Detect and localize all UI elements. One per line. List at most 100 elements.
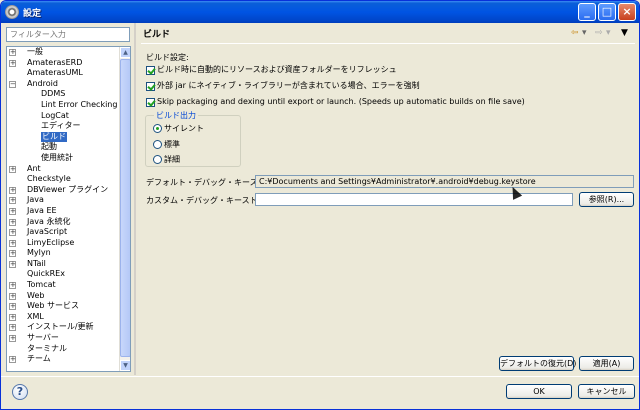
title-bar[interactable]: 設定 _ □ × <box>1 1 639 23</box>
tree-item[interactable]: + AmaterasERD <box>7 58 120 69</box>
tree-item[interactable]: + Java <box>7 195 120 206</box>
expand-icon[interactable]: + <box>9 59 16 67</box>
expand-icon[interactable]: + <box>9 229 16 237</box>
help-icon[interactable]: ? <box>12 384 28 400</box>
tree-item[interactable]: + Tomcat <box>7 280 120 291</box>
scroll-down-icon[interactable]: ▼ <box>120 360 130 371</box>
tree-item[interactable]: − Android <box>7 79 120 90</box>
view-menu-icon[interactable]: ▼ <box>621 28 628 38</box>
expand-icon[interactable]: + <box>9 239 16 247</box>
tree-item[interactable]: DDMS <box>7 89 120 100</box>
scroll-up-icon[interactable]: ▲ <box>120 47 130 58</box>
tree-item[interactable]: + NTail <box>7 259 120 270</box>
tree-item-label: Java 永続化 <box>27 216 71 226</box>
tree-item[interactable]: + JavaScript <box>7 227 120 238</box>
tree-scrollbar[interactable]: ▲ ▼ <box>119 47 130 371</box>
tree-item[interactable]: ビルド <box>7 131 120 143</box>
tree-item-label: Java <box>27 195 44 205</box>
custom-keystore-label: カスタム・デバッグ・キーストア: <box>146 196 269 205</box>
tree-item[interactable]: + Web サービス <box>7 301 120 312</box>
expand-icon[interactable]: + <box>9 324 16 332</box>
radio-normal[interactable]: 標準 <box>153 139 180 151</box>
radio-verbose[interactable]: 詳細 <box>153 154 180 166</box>
tree-item[interactable]: + XML <box>7 312 120 323</box>
tree-item[interactable]: + Java 永続化 <box>7 217 120 228</box>
pane-splitter[interactable] <box>134 23 136 375</box>
tree-item[interactable]: LogCat <box>7 111 120 122</box>
tree-item[interactable]: + LimyEclipse <box>7 238 120 249</box>
apply-button[interactable]: 適用(A) <box>579 356 634 371</box>
expand-icon[interactable]: + <box>9 335 16 343</box>
collapse-icon[interactable]: − <box>9 80 16 88</box>
ok-button[interactable]: OK <box>506 384 572 399</box>
tree-item-label: インストール/更新 <box>27 322 94 332</box>
tree-item[interactable]: エディター <box>7 121 120 132</box>
close-button[interactable]: × <box>618 3 636 21</box>
custom-keystore-input[interactable] <box>255 193 573 206</box>
expand-icon[interactable]: + <box>9 49 16 56</box>
expand-icon[interactable]: + <box>9 356 16 364</box>
back-menu-icon[interactable]: ▾ <box>582 28 587 38</box>
expand-icon[interactable]: + <box>9 186 16 194</box>
radio-label: サイレント <box>164 124 204 133</box>
radio-icon[interactable] <box>153 124 162 133</box>
tree-item[interactable]: + Web <box>7 291 120 302</box>
tree-item[interactable]: ターミナル <box>7 344 120 355</box>
expand-icon[interactable]: + <box>9 197 16 205</box>
checkbox-icon[interactable] <box>146 81 155 91</box>
tree-item[interactable]: + 一般 <box>7 47 120 58</box>
tree-item[interactable]: 使用統計 <box>7 153 120 164</box>
tree-item-label: Tomcat <box>27 280 56 290</box>
expand-icon[interactable]: + <box>9 282 16 290</box>
radio-silent[interactable]: サイレント <box>153 123 204 135</box>
checkbox-icon[interactable] <box>146 65 155 75</box>
forward-menu-icon[interactable]: ▾ <box>606 28 611 38</box>
browse-button[interactable]: 参照(R)... <box>579 192 634 207</box>
tree-item[interactable]: + Ant <box>7 164 120 175</box>
force-error-native-libs-checkbox[interactable]: 外部 jar にネイティブ・ライブラリーが含まれている場合、エラーを強制 <box>146 80 420 92</box>
checkbox-label: 外部 jar にネイティブ・ライブラリーが含まれている場合、エラーを強制 <box>157 81 420 90</box>
default-keystore-field: C:¥Documents and Settings¥Administrator¥… <box>255 175 634 188</box>
tree-item-label: QuickREx <box>27 269 65 279</box>
tree-item[interactable]: + Mylyn <box>7 248 120 259</box>
radio-icon[interactable] <box>153 155 162 164</box>
scroll-thumb[interactable] <box>120 59 130 357</box>
radio-label: 標準 <box>164 140 180 149</box>
build-output-group: ビルド出力 サイレント 標準 詳細 <box>145 110 241 167</box>
tree-item[interactable]: 起動 <box>7 142 120 153</box>
tree-item-label: JavaScript <box>27 227 68 237</box>
tree-item[interactable]: Lint Error Checking <box>7 100 120 111</box>
restore-defaults-button[interactable]: デフォルトの復元(D) <box>499 356 576 371</box>
expand-icon[interactable]: + <box>9 218 16 226</box>
maximize-button[interactable]: □ <box>598 3 616 21</box>
tree-item[interactable]: Checkstyle <box>7 174 120 185</box>
expand-icon[interactable]: + <box>9 313 16 321</box>
tree-item[interactable]: + インストール/更新 <box>7 322 120 333</box>
tree-item-label: Web サービス <box>27 301 79 311</box>
tree-item-label: Web <box>27 290 45 300</box>
tree-item[interactable]: + DBViewer プラグイン <box>7 185 120 196</box>
radio-icon[interactable] <box>153 140 162 149</box>
back-arrow-icon[interactable]: ⇦ <box>571 28 579 38</box>
expand-icon[interactable]: + <box>9 260 16 268</box>
tree-item[interactable]: QuickREx <box>7 269 120 280</box>
tree-item-label: AmaterasERD <box>27 57 83 67</box>
checkbox-icon[interactable] <box>146 97 155 107</box>
expand-icon[interactable]: + <box>9 303 16 311</box>
tree-item[interactable]: + チーム <box>7 354 120 365</box>
expand-icon[interactable]: + <box>9 207 16 215</box>
tree-item-label: Mylyn <box>27 248 51 258</box>
expand-icon[interactable]: + <box>9 165 16 173</box>
tree-item[interactable]: + サーバー <box>7 333 120 344</box>
expand-icon[interactable]: + <box>9 292 16 300</box>
checkbox-label: ビルド時に自動的にリソースおよび資産フォルダーをリフレッシュ <box>157 65 397 74</box>
filter-input[interactable] <box>6 27 130 42</box>
tree-item[interactable]: AmaterasUML <box>7 68 120 79</box>
cancel-button[interactable]: キャンセル <box>578 384 635 399</box>
expand-icon[interactable]: + <box>9 250 16 258</box>
skip-packaging-checkbox[interactable]: Skip packaging and dexing until export o… <box>146 96 525 108</box>
refresh-resources-checkbox[interactable]: ビルド時に自動的にリソースおよび資産フォルダーをリフレッシュ <box>146 64 397 76</box>
minimize-button[interactable]: _ <box>578 3 596 21</box>
forward-arrow-icon[interactable]: ⇨ <box>595 28 603 38</box>
tree-item[interactable]: + Java EE <box>7 206 120 217</box>
